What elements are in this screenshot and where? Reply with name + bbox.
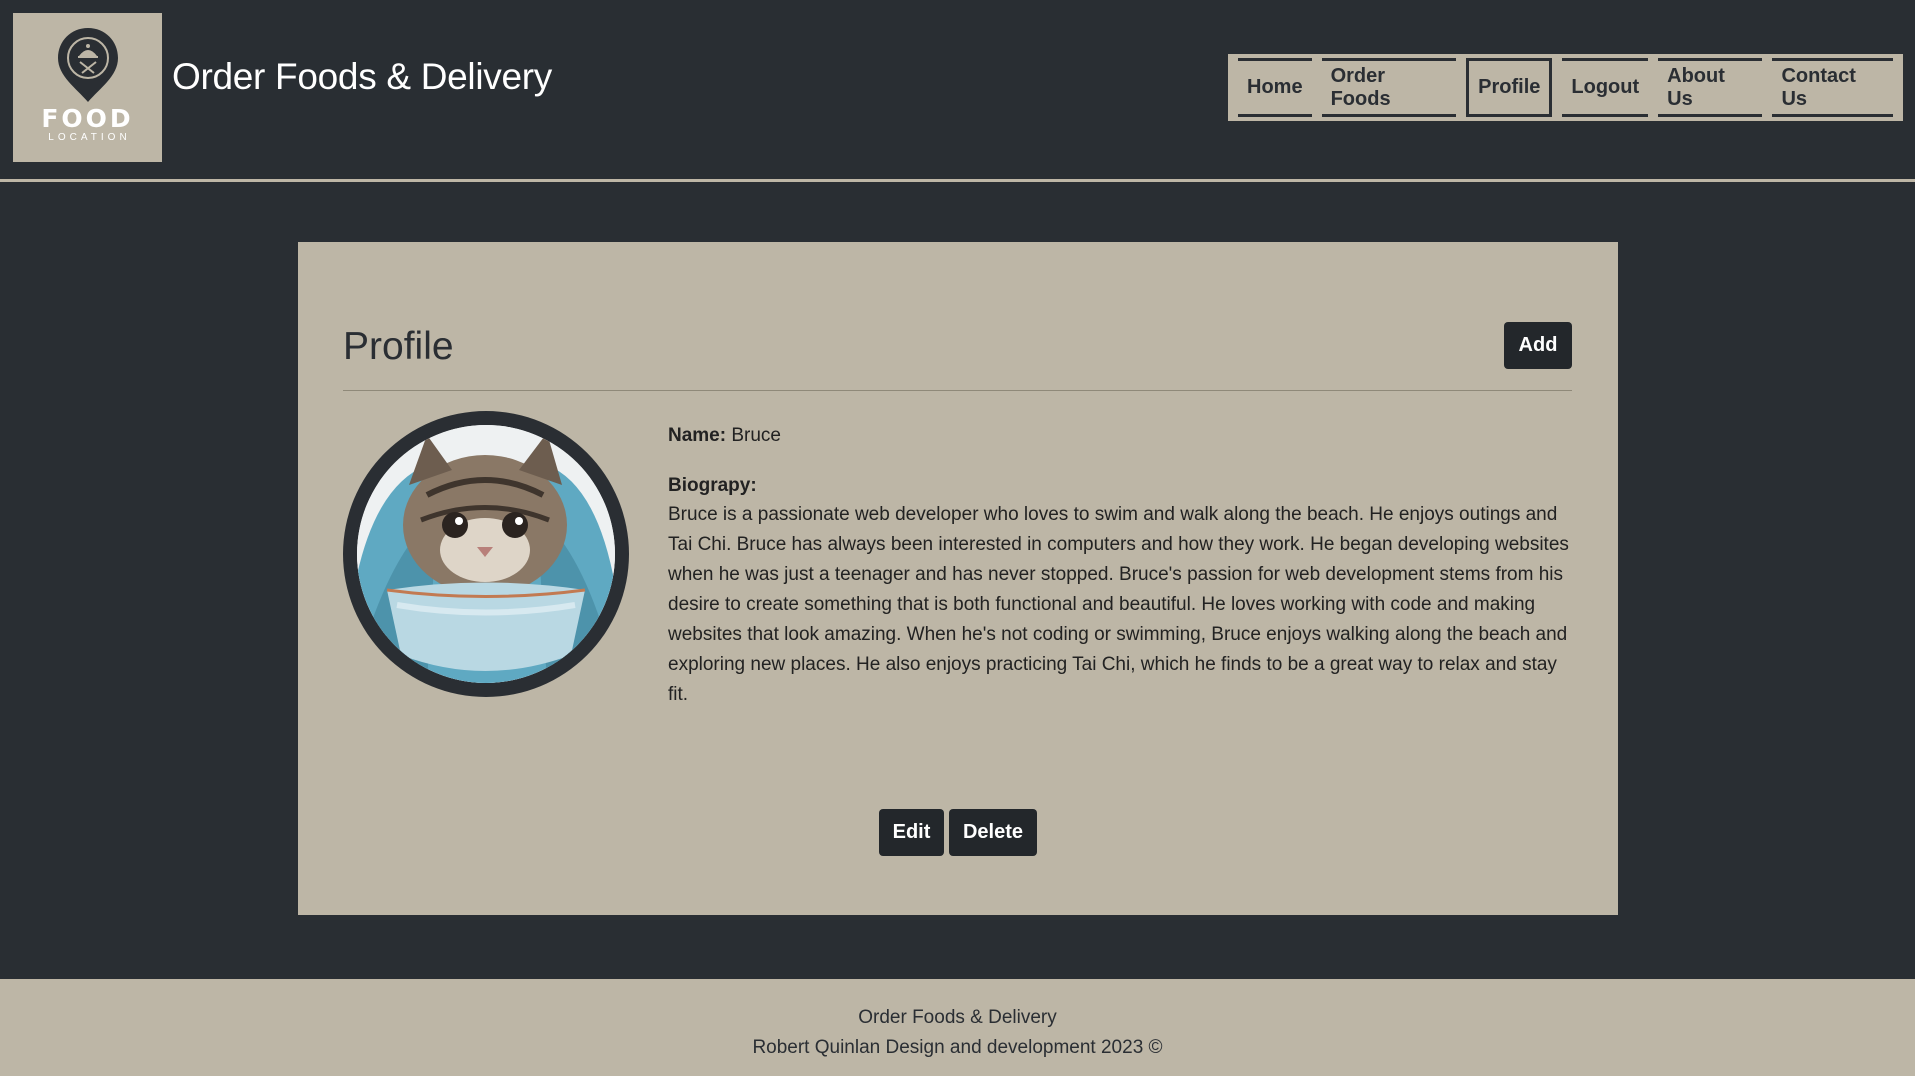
logo-word: FOOD (41, 104, 134, 133)
avatar (343, 411, 629, 697)
footer-title: Order Foods & Delivery (858, 1007, 1057, 1028)
profile-info: Name: Bruce Biograpy: Bruce is a passion… (668, 422, 1573, 710)
edit-button[interactable]: Edit (879, 809, 944, 856)
site-footer: Order Foods & Delivery Robert Quinlan De… (0, 979, 1915, 1076)
main-nav: Home Order Foods Profile Logout About Us… (1228, 54, 1903, 121)
divider (343, 390, 1572, 391)
nav-order-foods[interactable]: Order Foods (1321, 58, 1457, 117)
name-label: Name: (668, 425, 727, 446)
footer-credit: Robert Quinlan Design and development 20… (752, 1037, 1163, 1058)
add-button[interactable]: Add (1504, 322, 1572, 369)
biography-text: Bruce is a passionate web developer who … (668, 504, 1569, 705)
delete-button[interactable]: Delete (949, 809, 1037, 856)
biography-label: Biograpy: (668, 475, 757, 496)
name-line: Name: Bruce (668, 422, 1573, 450)
kitten-in-bowl-image (357, 425, 615, 683)
nav-contact-us[interactable]: Contact Us (1772, 58, 1893, 117)
site-header: FOOD LOCATION Order Foods & Delivery Hom… (0, 0, 1915, 182)
page-title: Profile (343, 325, 454, 368)
food-location-logo[interactable]: FOOD LOCATION (13, 13, 162, 162)
location-pin-icon (57, 28, 118, 102)
site-title: Order Foods & Delivery (172, 56, 552, 97)
nav-logout[interactable]: Logout (1562, 58, 1649, 117)
nav-about-us[interactable]: About Us (1658, 58, 1763, 117)
name-value: Bruce (731, 425, 781, 446)
logo-subtitle: LOCATION (48, 132, 131, 143)
nav-home[interactable]: Home (1238, 58, 1312, 117)
profile-card: Profile Add Name: Bruce Biograpy: Bruce … (298, 242, 1618, 915)
nav-profile[interactable]: Profile (1466, 58, 1553, 117)
